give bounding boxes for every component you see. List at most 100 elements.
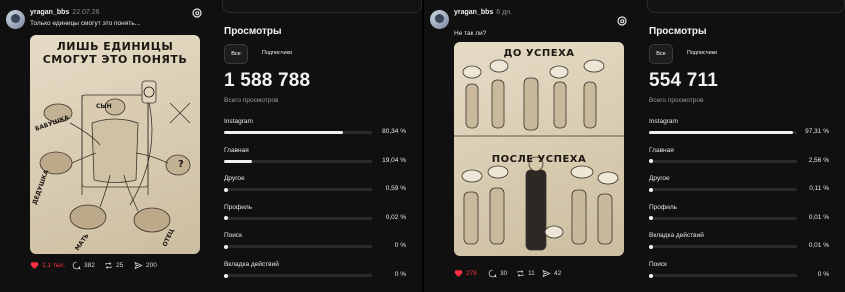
source-bar-dot xyxy=(649,244,653,249)
share-count: 200 xyxy=(146,262,157,269)
threads-logo-icon xyxy=(192,8,202,18)
share-button[interactable]: 200 xyxy=(134,261,157,270)
repost-button[interactable]: 11 xyxy=(516,269,535,278)
post-card[interactable]: yragan_bbs 6 дн. Не так ли? ДО УСПЕХА ПО… xyxy=(424,0,634,292)
source-percent: 0 % xyxy=(394,271,406,278)
source-bar-fill xyxy=(224,159,253,163)
username[interactable]: yragan_bbs xyxy=(454,9,493,16)
total-views-label: Всего просмотров xyxy=(649,97,704,104)
source-bar-fill xyxy=(649,131,794,134)
post-date: 22.07.26 xyxy=(72,9,100,16)
source-label: Instagram xyxy=(649,118,678,125)
like-count: 278 xyxy=(466,270,477,277)
username[interactable]: yragan_bbs xyxy=(30,9,69,16)
avatar[interactable] xyxy=(430,10,449,29)
top-card-edge xyxy=(222,0,422,13)
source-percent: 0 % xyxy=(394,242,406,250)
source-percent: 0,11 % xyxy=(809,185,829,193)
post-text: Не так ли? xyxy=(454,30,487,37)
post-image[interactable]: ДО УСПЕХА ПОСЛЕ УСПЕХА xyxy=(454,42,624,256)
source-label: Вкладка действий xyxy=(649,232,704,240)
source-bar-track xyxy=(649,159,797,164)
views-stats: Просмотры Все Подписчики 1 588 788 Всего… xyxy=(210,0,422,292)
total-views-label: Всего просмотров xyxy=(224,97,279,104)
label-question: ? xyxy=(178,159,184,170)
stats-title: Просмотры xyxy=(224,26,282,37)
image-title-line-1: ЛИШЬ ЕДИНИЦЫ xyxy=(56,40,174,53)
tab-subscribers[interactable]: Подписчики xyxy=(677,44,727,62)
label-son: СЫН xyxy=(96,103,112,110)
repost-icon xyxy=(105,262,112,269)
source-bar-dot xyxy=(649,273,653,278)
source-label: Поиск xyxy=(649,261,668,268)
comment-button[interactable]: 382 xyxy=(72,261,95,270)
source-percent: 0,01 % xyxy=(808,242,829,250)
source-bar-track xyxy=(649,273,797,278)
heart-icon xyxy=(454,270,463,277)
source-bar-dot xyxy=(224,273,228,278)
source-bar-track xyxy=(649,216,797,221)
source-bar-track xyxy=(224,131,372,134)
insights-panel-2: yragan_bbs 6 дн. Не так ли? ДО УСПЕХА ПО… xyxy=(424,0,845,292)
source-bar-track xyxy=(224,273,372,278)
source-row: Instagram 80,34 % xyxy=(224,118,408,142)
source-percent: 0,01 % xyxy=(808,213,829,221)
source-bar-track xyxy=(224,159,372,163)
source-bar-track xyxy=(224,244,372,249)
source-row: Главная 2,56 % xyxy=(649,147,831,171)
source-row: Instagram 97,31 % xyxy=(649,118,831,142)
source-label: Instagram xyxy=(224,118,253,125)
label-grandpa: ДЕДУШКА xyxy=(31,169,50,206)
source-label: Вкладка действий xyxy=(224,261,279,268)
insights-panel-1: yragan_bbs 22.07.26 Только единицы смогут… xyxy=(0,0,422,292)
tab-all[interactable]: Все xyxy=(224,44,248,64)
views-stats: Просмотры Все Подписчики 554 711 Всего п… xyxy=(635,0,845,292)
label-father: ОТЕЦ xyxy=(161,227,175,247)
comment-button[interactable]: 30 xyxy=(488,269,507,278)
repost-button[interactable]: 25 xyxy=(104,261,123,270)
source-bar-track xyxy=(224,216,372,221)
share-button[interactable]: 42 xyxy=(542,269,561,278)
post-card[interactable]: yragan_bbs 22.07.26 Только единицы смогут… xyxy=(0,0,210,292)
source-bar-dot xyxy=(224,216,228,221)
hospital-sketch-illustration: СЫН БАБУШКА ДЕДУШКА МАТЬ ОТЕЦ ? xyxy=(31,80,191,252)
stats-title: Просмотры xyxy=(649,26,707,37)
comment-icon xyxy=(72,261,81,270)
tab-subscribers[interactable]: Подписчики xyxy=(252,44,302,62)
source-label: Профиль xyxy=(224,203,253,211)
total-views: 554 711 xyxy=(649,70,719,91)
comment-count: 382 xyxy=(84,262,95,269)
label-mother: МАТЬ xyxy=(74,232,91,252)
source-percent: 97,31 % xyxy=(805,128,829,135)
source-row: Другое 0,59 % xyxy=(224,175,408,199)
source-label: Профиль xyxy=(649,203,678,211)
post-image[interactable]: СЫН БАБУШКА ДЕДУШКА МАТЬ ОТЕЦ ? ЛИШЬ ЕДИ… xyxy=(30,35,200,254)
source-bar-dot xyxy=(649,159,653,164)
like-button[interactable]: 278 xyxy=(454,269,477,278)
source-bar-track xyxy=(649,131,797,134)
source-row: Поиск 0 % xyxy=(649,261,831,285)
avatar[interactable] xyxy=(6,10,25,29)
total-views: 1 588 788 xyxy=(224,70,311,91)
source-row: Вкладка действий 0 % xyxy=(224,261,408,285)
source-percent: 0,02 % xyxy=(385,213,406,221)
source-label: Другое xyxy=(649,175,670,183)
post-text: Только единицы смогут это понять... xyxy=(30,20,141,27)
tab-all[interactable]: Все xyxy=(649,44,673,64)
source-bar-dot xyxy=(224,244,228,249)
source-percent: 0 % xyxy=(817,271,829,278)
source-percent: 0,59 % xyxy=(385,185,406,193)
repost-icon xyxy=(517,270,524,277)
image-title-top: ДО УСПЕХА xyxy=(503,48,575,59)
source-bar-track xyxy=(649,244,797,249)
like-button[interactable]: 1,1 тыс. xyxy=(30,261,66,270)
share-icon xyxy=(134,261,143,270)
source-bar-track xyxy=(224,187,372,192)
source-bar-dot xyxy=(649,187,653,192)
source-row: Профиль 0,01 % xyxy=(649,204,831,228)
post-date: 6 дн. xyxy=(496,9,513,16)
share-count: 42 xyxy=(554,270,562,277)
source-percent: 2,56 % xyxy=(808,156,829,164)
source-row: Главная 19,04 % xyxy=(224,147,408,171)
source-percent: 80,34 % xyxy=(382,128,406,135)
